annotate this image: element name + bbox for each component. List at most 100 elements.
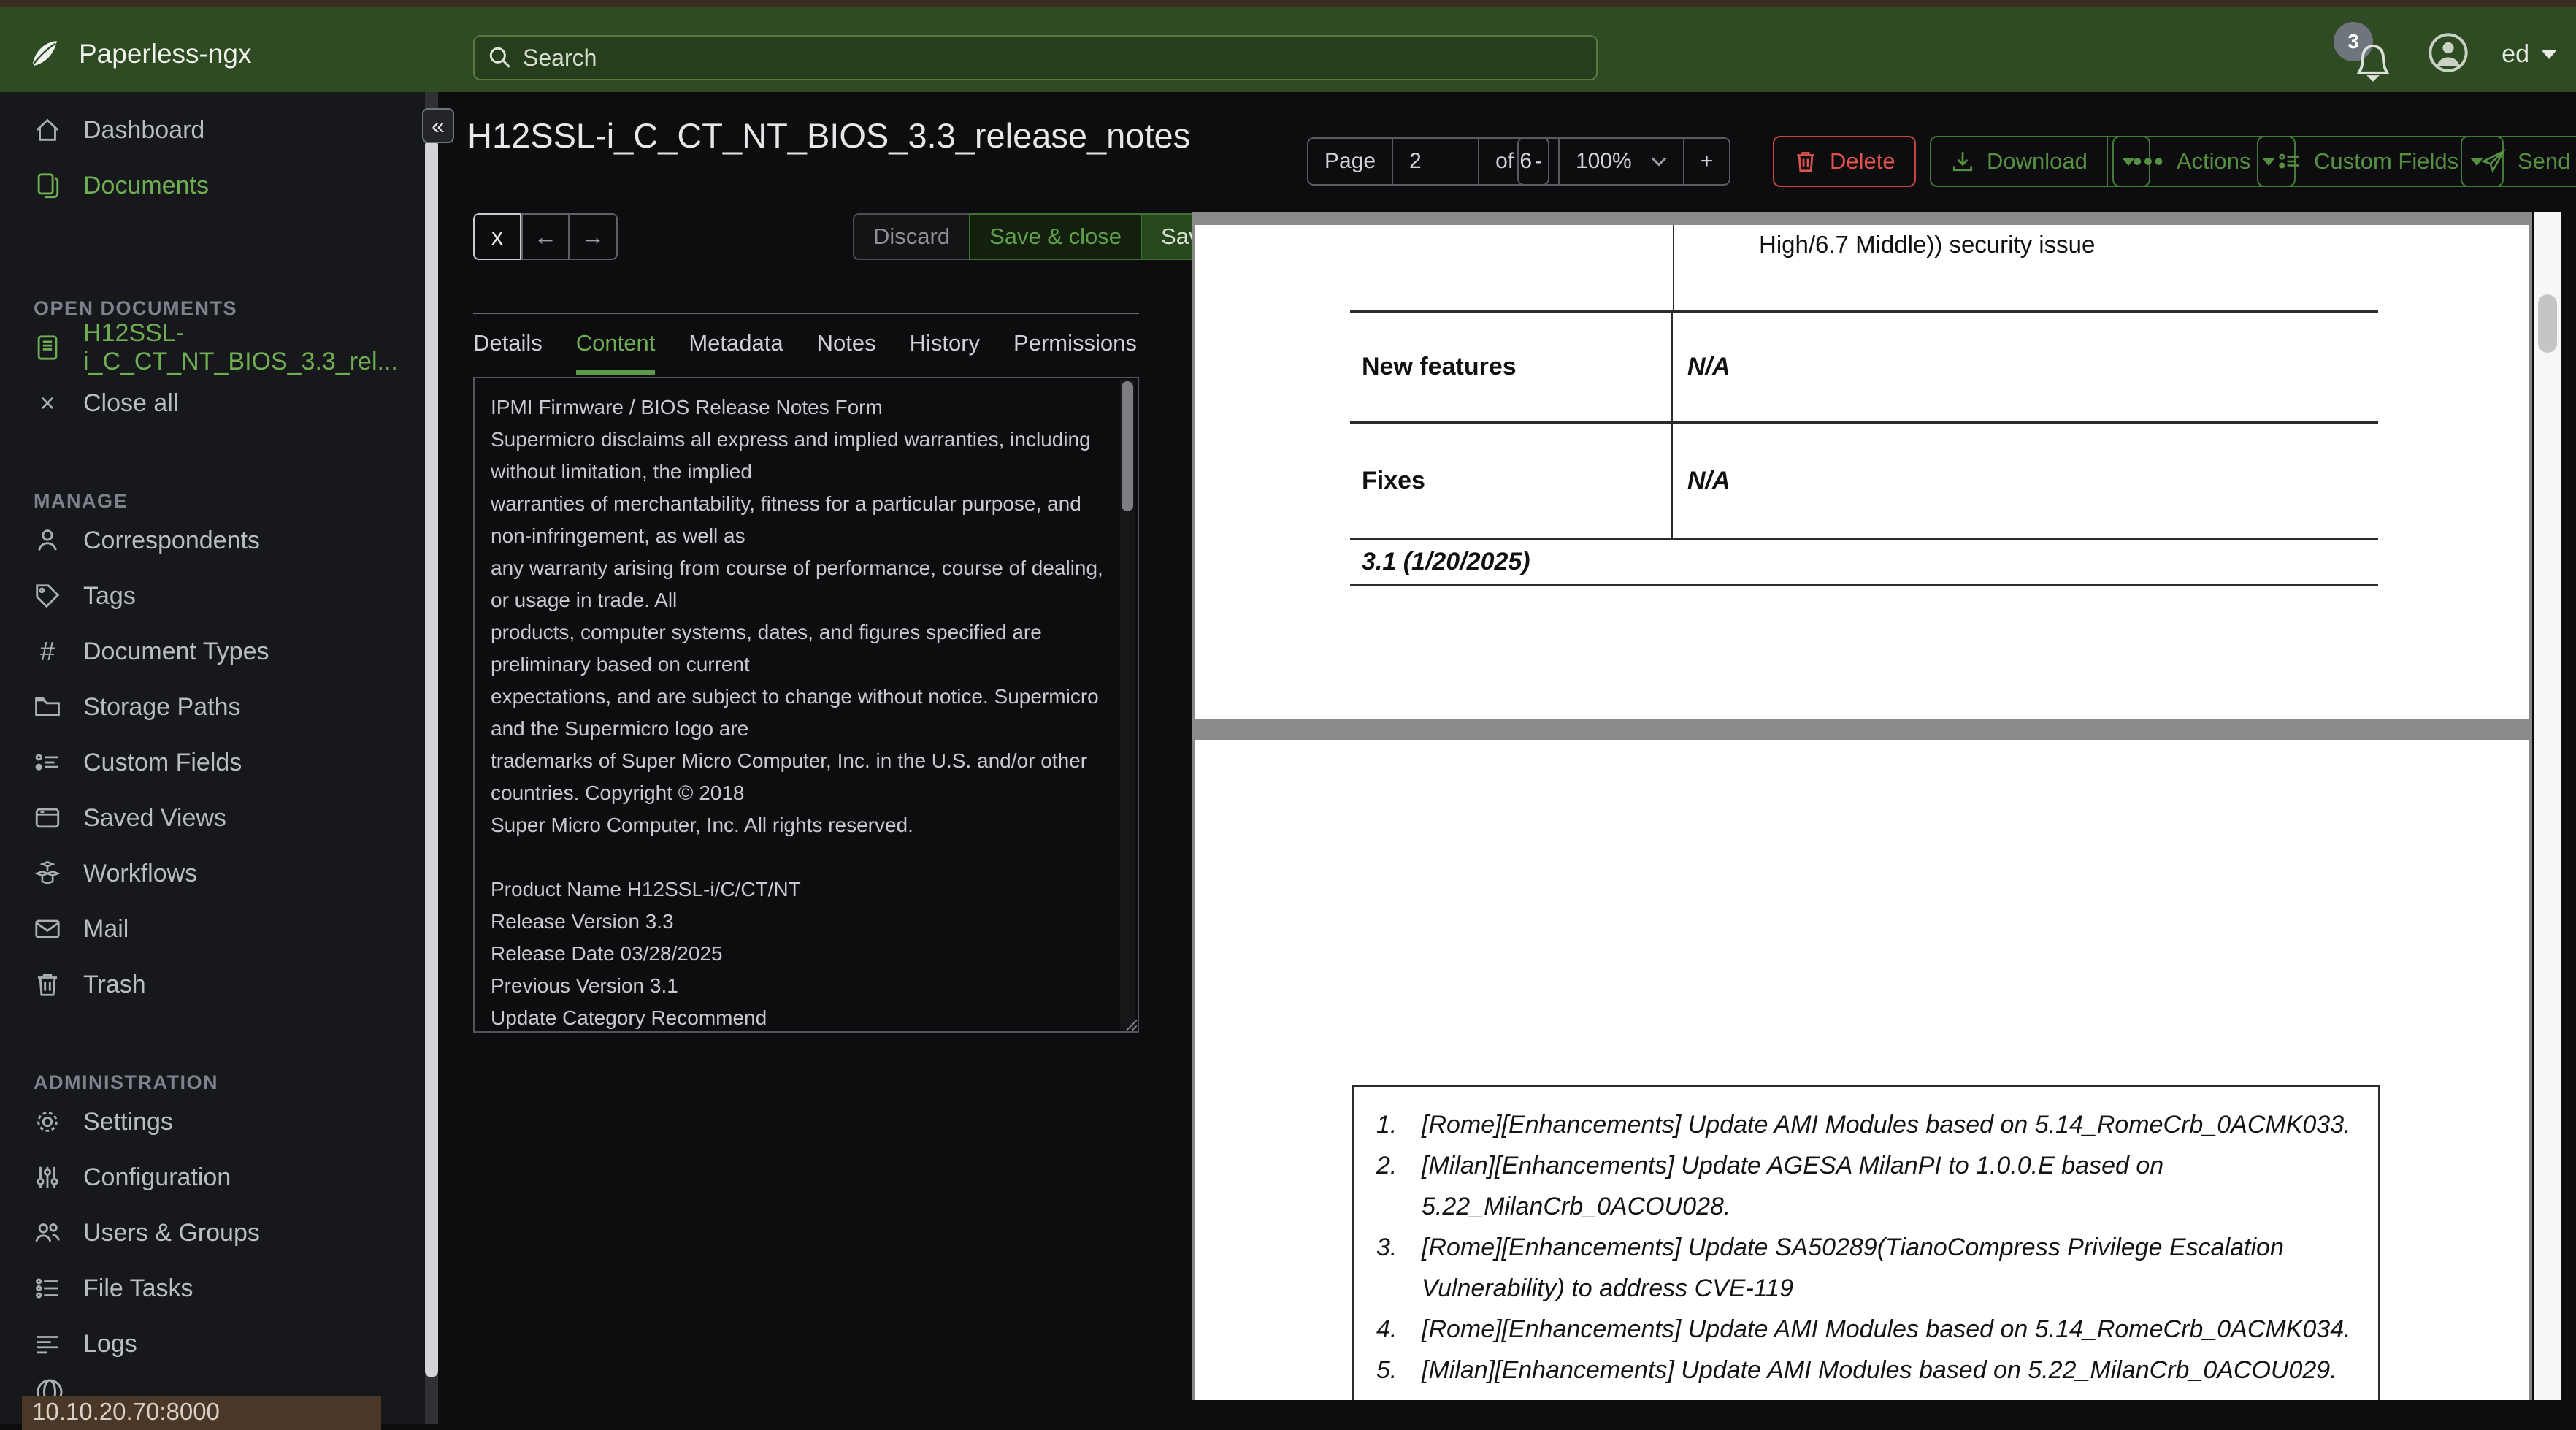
sidebar-item-close-all[interactable]: × Close all — [0, 375, 438, 431]
page-control-group: Page of 6 — [1307, 137, 1550, 186]
content-textarea[interactable]: IPMI Firmware / BIOS Release Notes Form … — [473, 377, 1139, 1033]
document-file-icon — [37, 335, 58, 360]
user-avatar[interactable] — [2427, 31, 2469, 77]
tag-icon — [36, 584, 60, 608]
app-logo[interactable]: Paperless-ngx — [25, 35, 252, 73]
send-icon — [2481, 149, 2506, 173]
sidebar-item-dashboard[interactable]: Dashboard — [0, 102, 438, 158]
bell-icon — [2356, 45, 2390, 82]
zoom-out-button[interactable]: - — [1519, 139, 1560, 184]
sidebar-item-logs[interactable]: Logs — [0, 1316, 438, 1372]
tab-notes[interactable]: Notes — [817, 330, 876, 375]
search-bar[interactable] — [473, 35, 1598, 80]
table-cell-security: High/6.7 Middle)) security issue — [1759, 231, 2096, 258]
ellipsis-icon: ••• — [2133, 146, 2165, 176]
list-item: 5. [Milan][Enhancements] Update AMI Modul… — [1376, 1356, 2337, 1384]
previous-document-button[interactable]: ← — [521, 213, 570, 260]
trash-icon — [37, 974, 58, 996]
sidebar-item-tags[interactable]: Tags — [0, 568, 438, 624]
search-icon — [489, 47, 510, 68]
sidebar-item-mail[interactable]: Mail — [0, 901, 438, 957]
tab-history[interactable]: History — [910, 330, 980, 375]
discard-button[interactable]: Discard — [853, 213, 970, 260]
sidebar-item-users-groups[interactable]: Users & Groups — [0, 1205, 438, 1261]
list-item: 3. [Rome][Enhancements] Update SA50289(Ti… — [1376, 1234, 2284, 1302]
text-lines-icon — [37, 1336, 58, 1354]
user-menu[interactable]: ed — [2502, 40, 2557, 69]
sidebar-item-open-document[interactable]: H12SSL-i_C_CT_NT_BIOS_3.3_rel... — [0, 319, 438, 375]
close-document-button[interactable]: x — [473, 213, 521, 260]
sidebar-item-workflows[interactable]: Workflows — [0, 846, 438, 901]
table-row: New features N/A — [1350, 313, 2378, 424]
download-button[interactable]: Download — [1930, 136, 2108, 187]
open-documents-header: OPEN DOCUMENTS — [34, 297, 238, 319]
boxes-icon — [34, 860, 61, 885]
page-number-input[interactable] — [1409, 149, 1463, 174]
list-item: 1. [Rome][Enhancements] Update AMI Module… — [1376, 1111, 2351, 1139]
zoom-level-select[interactable]: 100% — [1560, 139, 1684, 184]
pdf-preview[interactable]: High/6.7 Middle)) security issue New fea… — [1192, 212, 2532, 1400]
sliders-icon — [37, 1166, 58, 1188]
notifications-button[interactable]: 3 — [2334, 22, 2395, 82]
tab-content[interactable]: Content — [575, 330, 656, 375]
table-row-partial: High/6.7 Middle)) security issue — [1350, 225, 2378, 313]
sidebar-item-custom-fields[interactable]: Custom Fields — [0, 735, 438, 790]
next-document-button[interactable]: → — [570, 213, 618, 260]
sidebar-item-correspondents[interactable]: Correspondents — [0, 513, 438, 568]
textarea-resize-handle[interactable] — [1123, 1017, 1138, 1031]
panel-divider — [473, 313, 1139, 314]
tab-permissions[interactable]: Permissions — [1013, 330, 1137, 375]
list-task-icon — [36, 1278, 58, 1299]
person-icon — [38, 529, 57, 551]
window-icon — [35, 808, 60, 828]
enhancement-list-block: 1. [Rome][Enhancements] Update AMI Module… — [1352, 1085, 2380, 1400]
folder-icon — [35, 697, 60, 716]
sidebar-collapse-button[interactable]: « — [422, 108, 454, 143]
sidebar: Dashboard Documents OPEN DOCUMENTS H12SS… — [0, 92, 438, 1424]
document-nav-group: x ← → — [473, 213, 618, 260]
sidebar-item-documents[interactable]: Documents — [0, 158, 438, 213]
search-input[interactable] — [523, 44, 1583, 72]
tab-metadata[interactable]: Metadata — [689, 330, 783, 375]
sidebar-scrollbar-thumb[interactable] — [425, 139, 438, 1377]
sidebar-item-storage-paths[interactable]: Storage Paths — [0, 679, 438, 735]
list-item: 2. [Milan][Enhancements] Update AGESA Mil… — [1376, 1152, 2164, 1220]
list-check-icon — [35, 754, 58, 771]
sidebar-item-trash[interactable]: Trash — [0, 957, 438, 1012]
edit-tabs: Details Content Metadata Notes History P… — [473, 330, 1137, 375]
preview-scrollbar-thumb[interactable] — [2538, 294, 2557, 353]
sidebar-item-document-types[interactable]: # Document Types — [0, 624, 438, 679]
status-url-tooltip: 10.10.20.70:8000 — [22, 1396, 381, 1430]
zoom-control-group: - 100% + — [1517, 137, 1731, 186]
page-input-cell[interactable] — [1393, 139, 1480, 184]
delete-button[interactable]: Delete — [1773, 136, 1916, 187]
download-icon — [1952, 152, 1973, 172]
save-and-close-button[interactable]: Save & close — [969, 213, 1143, 260]
version-heading: 3.0 (07/22/2024) — [1376, 1391, 2359, 1400]
app-header: Paperless-ngx 3 ed — [0, 7, 2576, 92]
list-check-icon — [2279, 153, 2299, 169]
textarea-scrollbar-thumb[interactable] — [1122, 381, 1133, 511]
envelope-icon — [35, 919, 60, 938]
send-button[interactable]: Send — [2461, 136, 2576, 187]
table-row-version: 3.1 (1/20/2025) — [1350, 540, 2378, 586]
browser-edge-strip — [0, 0, 2576, 7]
person-circle-icon — [2429, 32, 2468, 72]
tab-details[interactable]: Details — [473, 330, 543, 375]
home-icon — [36, 118, 59, 141]
table-row: Fixes N/A — [1350, 424, 2378, 540]
sidebar-item-settings[interactable]: Settings — [0, 1094, 438, 1150]
zoom-in-button[interactable]: + — [1684, 139, 1730, 184]
close-icon: × — [39, 388, 55, 418]
sidebar-item-saved-views[interactable]: Saved Views — [0, 790, 438, 846]
gear-icon — [37, 1112, 58, 1132]
preview-scrollbar-track[interactable] — [2534, 212, 2561, 1400]
username: ed — [2502, 39, 2529, 68]
sidebar-item-file-tasks[interactable]: File Tasks — [0, 1261, 438, 1316]
chevron-down-icon — [1651, 157, 1666, 167]
page-label: Page — [1308, 139, 1394, 184]
pdf-page: 1. [Rome][Enhancements] Update AMI Module… — [1195, 740, 2529, 1400]
sidebar-item-configuration[interactable]: Configuration — [0, 1150, 438, 1205]
people-icon — [35, 1223, 60, 1242]
feather-logo-icon — [30, 41, 57, 69]
